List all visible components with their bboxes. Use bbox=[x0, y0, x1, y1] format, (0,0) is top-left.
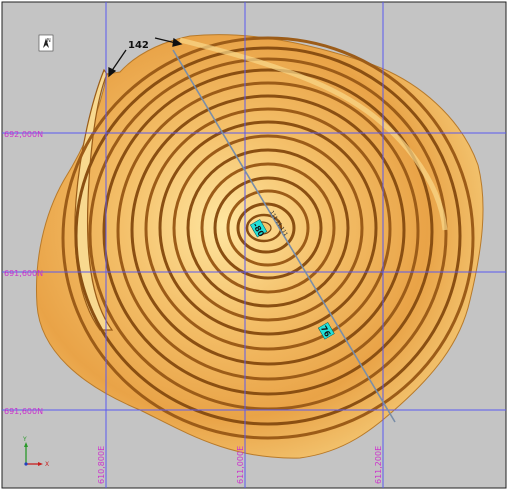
map-viewport[interactable]: 692,000N 691,600N 691,600N 610,800E 611,… bbox=[0, 0, 508, 490]
easting-label: 611,200E bbox=[374, 446, 383, 484]
northing-label: 692,000N bbox=[4, 130, 43, 139]
svg-text:N: N bbox=[47, 38, 51, 44]
svg-text:Y: Y bbox=[22, 436, 27, 443]
north-arrow-icon: N bbox=[38, 34, 54, 52]
northing-label: 691,600N bbox=[4, 269, 43, 278]
svg-text:X: X bbox=[45, 461, 49, 468]
easting-label: 610,800E bbox=[97, 446, 106, 484]
northing-label: 691,600N bbox=[4, 407, 43, 416]
easting-label: 611,000E bbox=[236, 446, 245, 484]
callout-label: 142 bbox=[128, 40, 149, 51]
